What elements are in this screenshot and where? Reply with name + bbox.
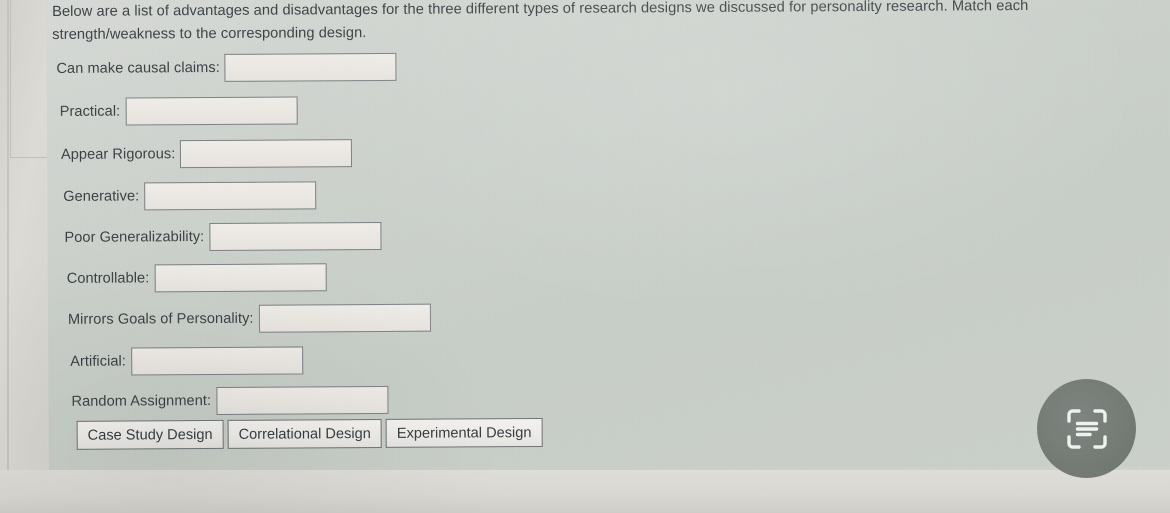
matching-row: Generative:: [63, 181, 317, 211]
answer-tile-bank: Case Study Design Correlational Design Exp…: [76, 417, 543, 450]
matching-row: Random Assignment:: [71, 385, 389, 416]
matching-row-label: Mirrors Goals of Personality:: [67, 310, 254, 328]
matching-row: Practical:: [59, 96, 298, 126]
answer-drop-field[interactable]: [125, 96, 298, 126]
matching-row: Mirrors Goals of Personality:: [67, 303, 431, 334]
answer-tile[interactable]: Experimental Design: [385, 417, 543, 448]
matching-row: Artificial:: [70, 346, 303, 376]
answer-drop-field[interactable]: [258, 303, 431, 333]
background-ghost-rectangle: [10, 0, 50, 158]
matching-row-label: Practical:: [59, 103, 121, 120]
matching-row-label: Artificial:: [70, 353, 126, 370]
matching-row-label: Controllable:: [66, 270, 150, 287]
matching-row-label: Random Assignment:: [71, 392, 212, 410]
answer-drop-field[interactable]: [154, 263, 327, 293]
answer-drop-field[interactable]: [224, 52, 397, 82]
matching-row-label: Generative:: [63, 188, 140, 205]
margin-guide-line: [7, 0, 9, 513]
matching-row: Controllable:: [67, 263, 327, 293]
answer-drop-field[interactable]: [130, 346, 303, 376]
matching-row: Poor Generalizability:: [64, 221, 382, 252]
question-prompt: Below are a list of advantages and disad…: [52, 0, 1029, 43]
matching-row: Appear Rigorous:: [61, 139, 353, 169]
answer-drop-field[interactable]: [215, 385, 389, 415]
scan-text-button[interactable]: [1037, 379, 1136, 478]
scan-text-icon: [1064, 406, 1110, 452]
matching-row-label: Poor Generalizability:: [64, 229, 205, 246]
answer-tile[interactable]: Correlational Design: [227, 418, 382, 449]
matching-row: Can make causal claims:: [56, 52, 397, 83]
screenshot-root: Below are a list of advantages and disad…: [0, 0, 1170, 513]
matching-row-label: Can make causal claims:: [56, 59, 220, 77]
answer-tile[interactable]: Case Study Design: [76, 419, 224, 450]
answer-drop-field[interactable]: [209, 221, 382, 252]
matching-row-label: Appear Rigorous:: [60, 146, 176, 163]
answer-drop-field[interactable]: [180, 139, 353, 169]
quiz-content: Below are a list of advantages and disad…: [46, 0, 1170, 490]
answer-drop-field[interactable]: [144, 181, 317, 211]
